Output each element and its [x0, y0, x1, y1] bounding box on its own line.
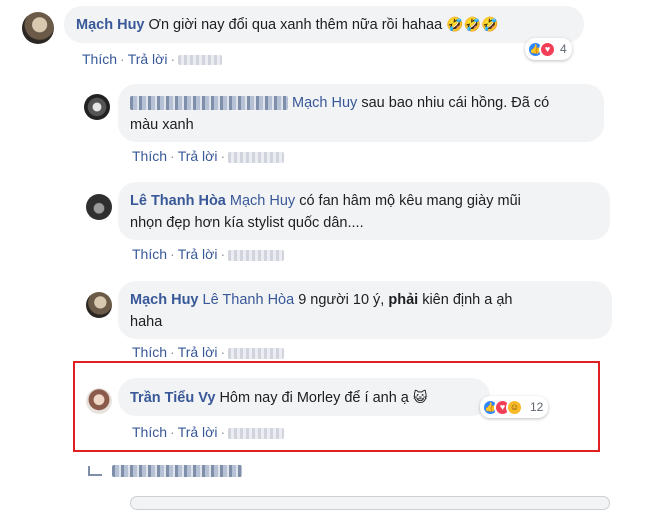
comment-bubble: Lê Thanh Hòa Mạch Huy có fan hâm mộ kêu … — [118, 182, 610, 240]
mention-tag[interactable]: Mạch Huy — [230, 193, 295, 209]
comment-actions: Thích · Trả lời · — [132, 344, 285, 360]
love-icon: ♥ — [539, 40, 556, 58]
comment-bubble: Mạch Huy Ơn giời nay đổi qua xanh thêm n… — [64, 6, 584, 43]
comment-actions: Thích · Trả lời · — [132, 246, 285, 262]
like-link[interactable]: Thích — [132, 344, 167, 360]
mention-tag[interactable]: Lê Thanh Hòa — [203, 292, 295, 308]
like-link[interactable]: Thích — [132, 148, 167, 164]
comment-bubble: Trần Tiểu Vy Hôm nay đi Morley để í anh … — [118, 378, 490, 416]
comment-text: sau bao nhiu cái hồng. Đã có — [361, 95, 550, 111]
blurred-author-name — [130, 96, 288, 111]
blurred-text — [112, 464, 243, 477]
reply-arrow-icon — [88, 465, 102, 476]
comment-text: 9 người 10 ý, — [298, 292, 385, 308]
timestamp[interactable] — [228, 249, 285, 261]
avatar[interactable] — [84, 94, 110, 120]
avatar[interactable] — [86, 292, 112, 318]
reaction-summary[interactable]: 👍 ♥ 4 — [525, 38, 572, 60]
like-link[interactable]: Thích — [132, 246, 167, 262]
reaction-summary[interactable]: 👍 ♥ ☺ 12 — [480, 396, 549, 418]
emoji-cat-icon: 😺 — [412, 389, 428, 405]
reply-link[interactable]: Trả lời — [178, 148, 218, 164]
reaction-count: 4 — [560, 42, 567, 56]
reply-link[interactable]: Trả lời — [178, 424, 218, 440]
emoji-rofl-icon: 🤣🤣🤣 — [446, 16, 499, 32]
comment-text: Hôm nay đi Morley để í anh ạ — [219, 390, 409, 406]
mention-tag[interactable]: Mạch Huy — [292, 95, 357, 111]
like-link[interactable]: Thích — [82, 51, 117, 67]
comment-actions: Thích · Trả lời · — [132, 148, 285, 164]
timestamp[interactable] — [228, 151, 285, 163]
timestamp[interactable] — [228, 427, 285, 439]
avatar[interactable] — [86, 194, 112, 220]
comment-actions: Thích · Trả lời · — [82, 51, 223, 67]
avatar[interactable] — [22, 12, 54, 44]
comment-text-line2: haha — [130, 314, 163, 330]
avatar[interactable] — [86, 388, 112, 414]
comment-author[interactable]: Mạch Huy — [130, 292, 199, 308]
haha-icon: ☺ — [506, 398, 523, 416]
comment-actions: Thích · Trả lời · — [132, 424, 285, 440]
reaction-count: 12 — [530, 400, 544, 414]
timestamp[interactable] — [178, 55, 223, 66]
reply-input[interactable] — [130, 496, 610, 510]
comment-text-line2: màu xanh — [130, 117, 194, 133]
view-more-replies[interactable] — [88, 462, 243, 480]
comment-text: có fan hâm mộ kêu mang giày mũi — [299, 193, 521, 209]
comment-text-line2: nhọn đẹp hơn kía stylist quốc dân.... — [130, 215, 364, 231]
comment-author[interactable]: Trần Tiểu Vy — [130, 390, 215, 406]
comment-text: Ơn giời nay đổi qua xanh thêm nữa rồi ha… — [148, 17, 443, 33]
like-link[interactable]: Thích — [132, 424, 167, 440]
reply-link[interactable]: Trả lời — [178, 344, 218, 360]
comment-author[interactable]: Mạch Huy — [76, 17, 145, 33]
timestamp[interactable] — [228, 347, 285, 359]
comment-text-rest: kiên định a ạh — [422, 292, 513, 308]
comment-author[interactable]: Lê Thanh Hòa — [130, 193, 226, 209]
comment-bubble: Mạch Huy sau bao nhiu cái hồng. Đã có mà… — [118, 84, 604, 142]
comment-bubble: Mạch Huy Lê Thanh Hòa 9 người 10 ý, phải… — [118, 281, 612, 339]
comment-text-bold: phải — [388, 292, 419, 308]
reply-link[interactable]: Trả lời — [178, 246, 218, 262]
reply-link[interactable]: Trả lời — [128, 51, 168, 67]
